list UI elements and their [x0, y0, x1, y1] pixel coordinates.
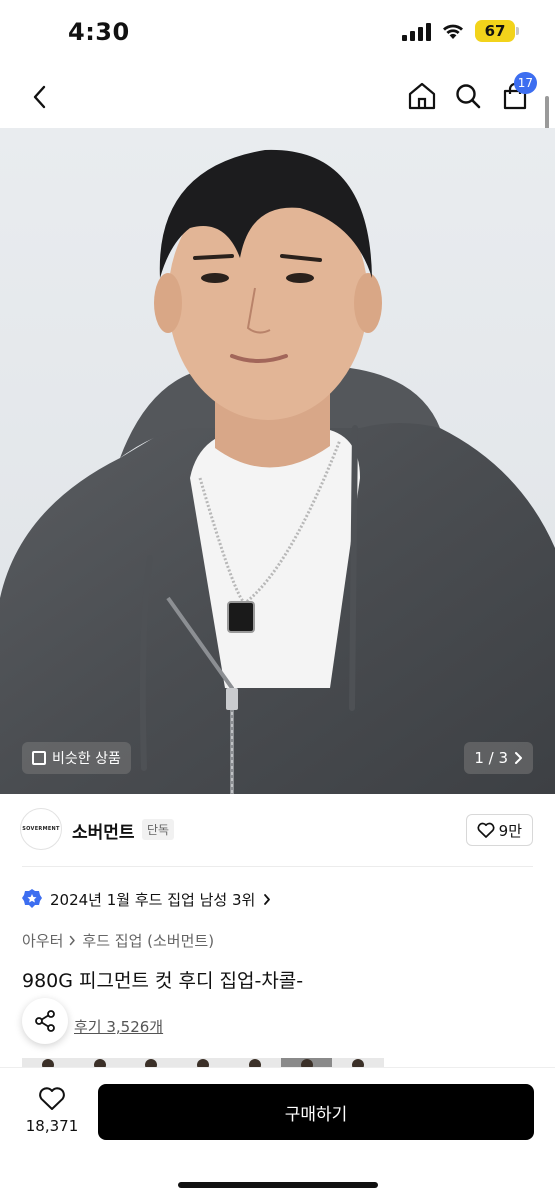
- home-icon: [408, 82, 436, 110]
- reviews-link[interactable]: 후기 3,526개: [74, 1016, 163, 1037]
- brand-like-count: 9만: [498, 821, 522, 840]
- chevron-right-icon: [70, 935, 76, 946]
- chevron-right-icon: [264, 893, 271, 905]
- share-button[interactable]: [22, 998, 68, 1044]
- cellular-signal-icon: [402, 21, 431, 41]
- battery-indicator: 67: [475, 20, 519, 42]
- brand-like-button[interactable]: 9만: [465, 814, 533, 846]
- brand-name[interactable]: 소버먼트: [72, 818, 135, 843]
- breadcrumb-subcategory[interactable]: 후드 집업 (소버먼트): [82, 930, 214, 951]
- breadcrumb-category[interactable]: 아우터: [22, 930, 63, 951]
- similar-products-button[interactable]: 비슷한 상품: [22, 742, 131, 774]
- product-title: 980G 피그먼트 컷 후디 집업-차콜-: [22, 970, 304, 992]
- wishlist-count: 18,371: [25, 1117, 79, 1135]
- exclusive-badge: 단독: [142, 819, 175, 840]
- image-page-counter[interactable]: 1 / 3: [464, 742, 533, 774]
- home-button[interactable]: [404, 78, 440, 114]
- product-photo: [0, 128, 555, 794]
- ranking-text: 2024년 1월 후드 집업 남성 3위: [50, 890, 256, 909]
- status-indicators: 67: [402, 20, 519, 42]
- brand-logo-text: SOVERMENT: [22, 826, 60, 832]
- page-counter-text: 1 / 3: [474, 749, 508, 767]
- chevron-right-icon: [515, 752, 522, 764]
- similar-items-icon: [32, 751, 46, 765]
- review-thumbnail[interactable]: [280, 1058, 333, 1068]
- wifi-icon: [443, 24, 463, 39]
- back-button[interactable]: [22, 80, 56, 114]
- share-icon: [35, 1010, 55, 1032]
- nav-bar: 17: [0, 66, 555, 128]
- review-thumbnail[interactable]: [73, 1058, 126, 1068]
- wishlist-button[interactable]: 18,371: [22, 1086, 82, 1135]
- heart-icon: [477, 822, 495, 838]
- product-image-carousel[interactable]: 비슷한 상품 1 / 3: [0, 128, 555, 794]
- battery-level: 67: [484, 22, 506, 40]
- ranking-badge-icon: [22, 889, 42, 908]
- brand-logo[interactable]: SOVERMENT: [20, 808, 62, 850]
- review-thumbnail[interactable]: [228, 1058, 281, 1068]
- similar-products-label: 비슷한 상품: [52, 751, 121, 767]
- review-thumbnail[interactable]: [332, 1058, 384, 1068]
- review-thumbnail[interactable]: [177, 1058, 229, 1068]
- bottom-action-bar: 18,371 구매하기: [0, 1068, 555, 1200]
- breadcrumb: 아우터 후드 집업 (소버먼트): [22, 930, 214, 951]
- cart-count-badge: 17: [513, 72, 537, 94]
- search-icon: [456, 84, 481, 109]
- home-indicator: [178, 1182, 378, 1188]
- buy-button[interactable]: 구매하기: [98, 1084, 534, 1140]
- review-thumbnail-strip: [22, 1058, 384, 1068]
- heart-icon: [39, 1087, 65, 1110]
- status-bar: 4:30 67: [0, 0, 555, 66]
- ranking-link[interactable]: 2024년 1월 후드 집업 남성 3위: [22, 888, 271, 910]
- divider: [22, 866, 533, 867]
- review-thumbnail[interactable]: [22, 1058, 74, 1068]
- chevron-left-icon: [33, 85, 46, 109]
- review-thumbnail[interactable]: [125, 1058, 178, 1068]
- status-time: 4:30: [68, 18, 130, 46]
- cart-button[interactable]: 17: [497, 72, 537, 114]
- brand-row: SOVERMENT 소버먼트 단독 9만: [0, 794, 555, 866]
- search-button[interactable]: [450, 78, 486, 114]
